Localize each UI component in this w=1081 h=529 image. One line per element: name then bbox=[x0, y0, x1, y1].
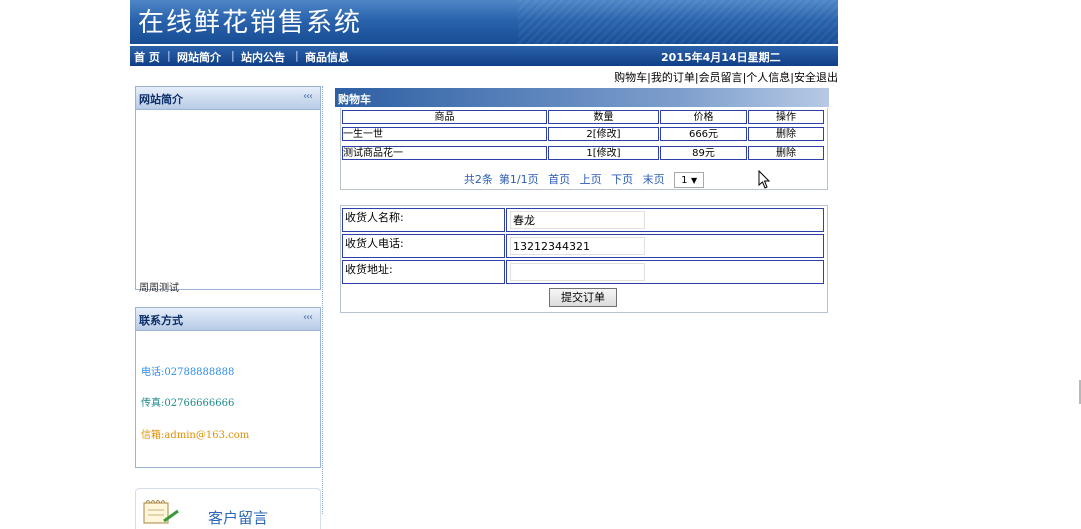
receiver-address-label: 收货地址: bbox=[342, 260, 505, 284]
contact-panel-title: 联系方式 bbox=[139, 314, 183, 327]
nav-announcements[interactable]: 站内公告 bbox=[241, 49, 285, 65]
nav-about[interactable]: 网站简介 bbox=[177, 49, 221, 65]
cart-item-quantity-edit[interactable]: 2[修改] bbox=[548, 127, 659, 141]
nav-separator: | bbox=[167, 49, 171, 62]
contact-panel-header: 联系方式 ‹‹‹ bbox=[136, 308, 320, 331]
customer-messages-panel[interactable]: 客户留言 bbox=[135, 488, 321, 529]
cart-table: 商品 数量 价格 操作 一生一世 2[修改] 666元 删除 测试商品花一 1[… bbox=[340, 108, 828, 190]
contact-email: 信箱:admin@163.com bbox=[141, 430, 250, 441]
intro-panel-header: 网站简介 ‹‹‹ bbox=[136, 87, 320, 110]
cart-title: 购物车 bbox=[338, 93, 371, 106]
page-select-value: 1 bbox=[681, 175, 688, 186]
mouse-pointer-icon bbox=[758, 170, 771, 189]
contact-phone: 电话:02788888888 bbox=[141, 367, 235, 378]
cart-item-price: 666元 bbox=[660, 127, 747, 141]
link-my-orders[interactable]: 我的订单 bbox=[651, 71, 695, 84]
receiver-address-input[interactable] bbox=[510, 263, 645, 281]
cart-header: 购物车 bbox=[335, 88, 829, 107]
pager-total: 共2条 bbox=[463, 173, 493, 186]
link-logout[interactable]: 安全退出 bbox=[794, 71, 838, 84]
current-date: 2015年4月14日星期二 bbox=[661, 51, 781, 64]
pager-page-info: 第1/1页 bbox=[498, 173, 539, 186]
nav-home[interactable]: 首 页 bbox=[134, 49, 160, 65]
submit-order-button[interactable]: 提交订单 bbox=[549, 288, 617, 307]
receiver-phone-input[interactable] bbox=[510, 237, 645, 255]
receiver-address-cell bbox=[506, 260, 824, 284]
intro-panel-title: 网站简介 bbox=[139, 93, 183, 106]
intro-panel: 网站简介 ‹‹‹ 周周测试 bbox=[135, 86, 321, 294]
pager-prev[interactable]: 上页 bbox=[580, 173, 602, 186]
contact-fax: 传真:02766666666 bbox=[141, 398, 235, 409]
left-sidebar: 网站简介 ‹‹‹ 周周测试 联系方式 ‹‹‹ 电话:02788888888 传真… bbox=[130, 86, 323, 529]
customer-messages-label: 客户留言 bbox=[208, 509, 269, 527]
pager-first[interactable]: 首页 bbox=[548, 173, 570, 186]
pagination: 共2条 第1/1页 首页 上页 下页 末页 1 ▼ bbox=[341, 171, 827, 188]
nav-products[interactable]: 商品信息 bbox=[305, 49, 349, 65]
dropdown-arrow-icon: ▼ bbox=[690, 176, 698, 185]
user-links: 购物车|我的订单|会员留言|个人信息|安全退出 bbox=[614, 69, 838, 85]
receiver-name-cell bbox=[506, 208, 824, 232]
receiver-phone-cell bbox=[506, 234, 824, 258]
column-header-price: 价格 bbox=[660, 110, 747, 124]
receiver-phone-label: 收货人电话: bbox=[342, 234, 505, 258]
cart-item-name: 测试商品花一 bbox=[342, 146, 547, 160]
cart-item-price: 89元 bbox=[660, 146, 747, 160]
link-profile[interactable]: 个人信息 bbox=[746, 71, 790, 84]
cart-item-name: 一生一世 bbox=[342, 127, 547, 141]
column-header-product: 商品 bbox=[342, 110, 547, 124]
page-select[interactable]: 1 ▼ bbox=[674, 172, 705, 188]
receiver-name-label: 收货人名称: bbox=[342, 208, 505, 232]
cart-item-quantity-edit[interactable]: 1[修改] bbox=[548, 146, 659, 160]
nav-separator: | bbox=[231, 49, 235, 62]
collapse-chevron-icon[interactable]: ‹‹‹ bbox=[303, 312, 313, 323]
collapse-chevron-icon[interactable]: ‹‹‹ bbox=[303, 91, 313, 102]
pager-last[interactable]: 末页 bbox=[643, 173, 665, 186]
nav-separator: | bbox=[295, 49, 299, 62]
cart-item-delete-button[interactable]: 删除 bbox=[748, 127, 824, 141]
link-member-messages[interactable]: 会员留言 bbox=[699, 71, 743, 84]
intro-text: 周周测试 bbox=[139, 283, 179, 294]
column-header-quantity: 数量 bbox=[548, 110, 659, 124]
column-header-action: 操作 bbox=[748, 110, 824, 124]
cart-item-delete-button[interactable]: 删除 bbox=[748, 146, 824, 160]
order-form: 收货人名称: 收货人电话: 收货地址: 提交订单 bbox=[340, 205, 828, 313]
banner-pattern bbox=[518, 0, 838, 44]
site-title: 在线鲜花销售系统 bbox=[138, 8, 363, 38]
main-nav: 首 页 | 网站简介 | 站内公告 | 商品信息 2015年4月14日星期二 bbox=[130, 46, 838, 66]
link-cart[interactable]: 购物车 bbox=[614, 71, 647, 84]
notepad-pen-icon bbox=[143, 500, 179, 524]
contact-panel: 联系方式 ‹‹‹ 电话:02788888888 传真:02766666666 信… bbox=[135, 307, 321, 468]
receiver-name-input[interactable] bbox=[510, 211, 645, 229]
page: 在线鲜花销售系统 首 页 | 网站简介 | 站内公告 | 商品信息 2015年4… bbox=[130, 0, 838, 529]
pager-next[interactable]: 下页 bbox=[611, 173, 633, 186]
site-banner: 在线鲜花销售系统 bbox=[130, 0, 838, 44]
